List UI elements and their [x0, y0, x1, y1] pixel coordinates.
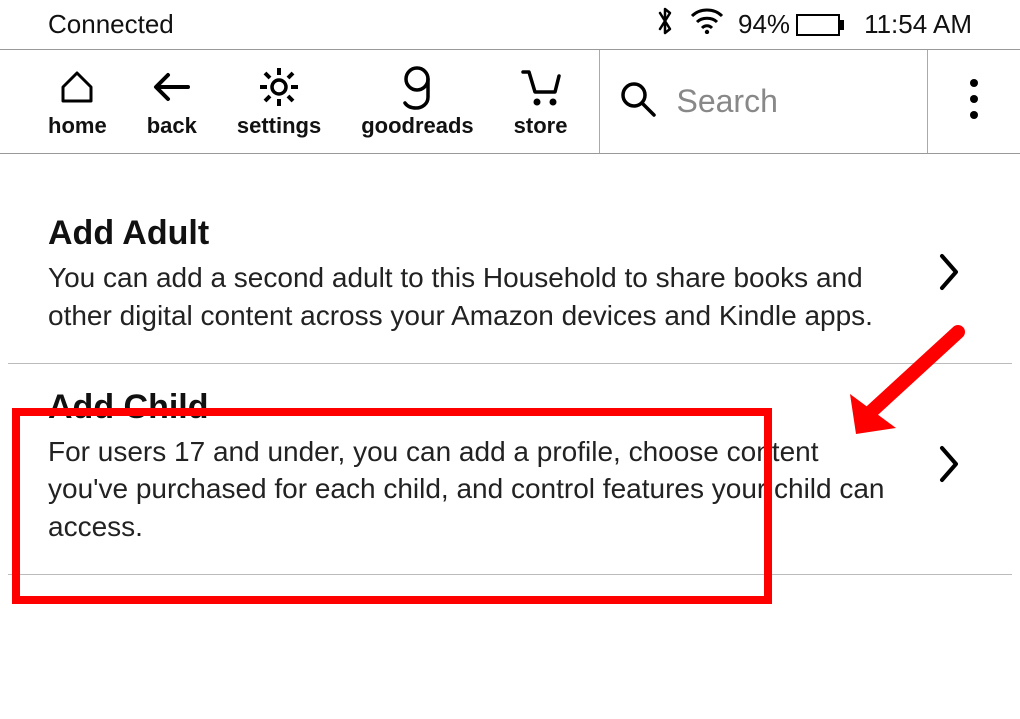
chevron-right-icon	[928, 252, 972, 297]
bluetooth-icon	[654, 5, 676, 44]
status-bar: Connected 94% 11:54 AM	[0, 0, 1020, 50]
battery-status: 94%	[738, 9, 840, 40]
search-box[interactable]: Search	[599, 50, 928, 153]
gear-icon	[258, 65, 300, 109]
add-child-desc: For users 17 and under, you can add a pr…	[48, 433, 898, 546]
settings-label: settings	[237, 113, 321, 139]
back-label: back	[147, 113, 197, 139]
add-adult-item[interactable]: Add Adult You can add a second adult to …	[8, 190, 1012, 364]
search-icon	[618, 79, 658, 124]
add-child-title: Add Child	[48, 388, 898, 427]
goodreads-button[interactable]: goodreads	[341, 50, 493, 153]
connection-status: Connected	[48, 9, 654, 40]
add-adult-title: Add Adult	[48, 214, 898, 253]
settings-button[interactable]: settings	[217, 50, 341, 153]
more-menu-button[interactable]	[928, 50, 1020, 153]
clock-time: 11:54 AM	[864, 9, 972, 40]
settings-list: Add Adult You can add a second adult to …	[0, 154, 1020, 575]
goodreads-icon	[399, 65, 435, 109]
back-arrow-icon	[150, 65, 194, 109]
cart-icon	[519, 65, 563, 109]
status-right: 94% 11:54 AM	[654, 5, 972, 44]
store-label: store	[514, 113, 568, 139]
battery-percent-text: 94%	[738, 9, 790, 40]
home-icon	[57, 65, 97, 109]
wifi-icon	[690, 8, 724, 41]
toolbar: home back settings goodreads store Searc…	[0, 50, 1020, 154]
back-button[interactable]: back	[127, 50, 217, 153]
chevron-right-icon	[928, 444, 972, 489]
add-adult-desc: You can add a second adult to this House…	[48, 259, 898, 335]
add-child-item[interactable]: Add Child For users 17 and under, you ca…	[8, 364, 1012, 575]
battery-icon	[796, 14, 840, 36]
home-label: home	[48, 113, 107, 139]
search-placeholder: Search	[676, 83, 777, 120]
more-vertical-icon	[968, 77, 980, 126]
store-button[interactable]: store	[494, 50, 588, 153]
goodreads-label: goodreads	[361, 113, 473, 139]
home-button[interactable]: home	[28, 50, 127, 153]
